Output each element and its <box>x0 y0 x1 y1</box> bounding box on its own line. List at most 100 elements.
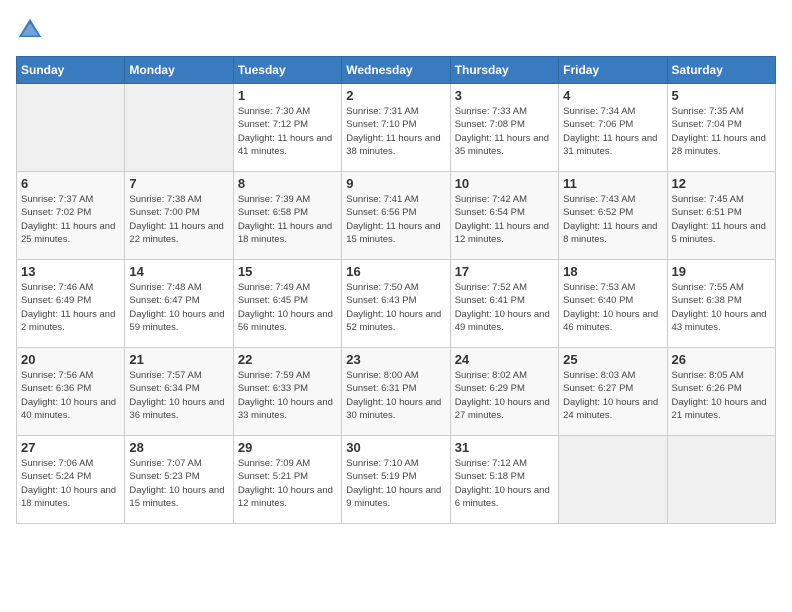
day-number: 14 <box>129 264 228 279</box>
day-cell <box>559 436 667 524</box>
day-cell: 11 Sunrise: 7:43 AM Sunset: 6:52 PM Dayli… <box>559 172 667 260</box>
day-info: Sunrise: 7:43 AM Sunset: 6:52 PM Dayligh… <box>563 193 662 246</box>
day-cell: 22 Sunrise: 7:59 AM Sunset: 6:33 PM Dayli… <box>233 348 341 436</box>
header-cell-thursday: Thursday <box>450 57 558 84</box>
day-cell: 17 Sunrise: 7:52 AM Sunset: 6:41 PM Dayli… <box>450 260 558 348</box>
day-info: Sunrise: 7:59 AM Sunset: 6:33 PM Dayligh… <box>238 369 337 422</box>
day-number: 8 <box>238 176 337 191</box>
day-number: 12 <box>672 176 771 191</box>
day-cell: 4 Sunrise: 7:34 AM Sunset: 7:06 PM Daylig… <box>559 84 667 172</box>
day-cell: 7 Sunrise: 7:38 AM Sunset: 7:00 PM Daylig… <box>125 172 233 260</box>
day-number: 25 <box>563 352 662 367</box>
day-cell: 8 Sunrise: 7:39 AM Sunset: 6:58 PM Daylig… <box>233 172 341 260</box>
header-cell-saturday: Saturday <box>667 57 775 84</box>
day-info: Sunrise: 7:56 AM Sunset: 6:36 PM Dayligh… <box>21 369 120 422</box>
day-number: 24 <box>455 352 554 367</box>
day-info: Sunrise: 7:09 AM Sunset: 5:21 PM Dayligh… <box>238 457 337 510</box>
header-cell-sunday: Sunday <box>17 57 125 84</box>
day-number: 2 <box>346 88 445 103</box>
day-number: 9 <box>346 176 445 191</box>
day-info: Sunrise: 7:48 AM Sunset: 6:47 PM Dayligh… <box>129 281 228 334</box>
day-cell: 14 Sunrise: 7:48 AM Sunset: 6:47 PM Dayli… <box>125 260 233 348</box>
day-info: Sunrise: 7:50 AM Sunset: 6:43 PM Dayligh… <box>346 281 445 334</box>
day-cell: 28Sunrise: 7:07 AM Sunset: 5:23 PM Dayli… <box>125 436 233 524</box>
day-info: Sunrise: 8:03 AM Sunset: 6:27 PM Dayligh… <box>563 369 662 422</box>
day-cell: 3Sunrise: 7:33 AM Sunset: 7:08 PM Daylig… <box>450 84 558 172</box>
day-info: Sunrise: 7:52 AM Sunset: 6:41 PM Dayligh… <box>455 281 554 334</box>
day-number: 17 <box>455 264 554 279</box>
day-number: 18 <box>563 264 662 279</box>
day-number: 6 <box>21 176 120 191</box>
day-cell: 25 Sunrise: 8:03 AM Sunset: 6:27 PM Dayli… <box>559 348 667 436</box>
day-cell <box>17 84 125 172</box>
day-number: 21 <box>129 352 228 367</box>
day-info: Sunrise: 7:10 AM Sunset: 5:19 PM Dayligh… <box>346 457 445 510</box>
day-info: Sunrise: 7:38 AM Sunset: 7:00 PM Dayligh… <box>129 193 228 246</box>
day-info: Sunrise: 7:39 AM Sunset: 6:58 PM Dayligh… <box>238 193 337 246</box>
day-info: Sunrise: 7:35 AM Sunset: 7:04 PM Dayligh… <box>672 105 771 158</box>
day-info: Sunrise: 7:49 AM Sunset: 6:45 PM Dayligh… <box>238 281 337 334</box>
day-cell: 24 Sunrise: 8:02 AM Sunset: 6:29 PM Dayli… <box>450 348 558 436</box>
day-number: 26 <box>672 352 771 367</box>
day-number: 19 <box>672 264 771 279</box>
calendar-header: SundayMondayTuesdayWednesdayThursdayFrid… <box>17 57 776 84</box>
day-number: 7 <box>129 176 228 191</box>
day-number: 31 <box>455 440 554 455</box>
day-number: 15 <box>238 264 337 279</box>
day-number: 28 <box>129 440 228 455</box>
day-cell: 12Sunrise: 7:45 AM Sunset: 6:51 PM Dayli… <box>667 172 775 260</box>
day-number: 11 <box>563 176 662 191</box>
day-info: Sunrise: 7:57 AM Sunset: 6:34 PM Dayligh… <box>129 369 228 422</box>
day-info: Sunrise: 7:06 AM Sunset: 5:24 PM Dayligh… <box>21 457 120 510</box>
header-cell-monday: Monday <box>125 57 233 84</box>
week-row-2: 6 Sunrise: 7:37 AM Sunset: 7:02 PM Daylig… <box>17 172 776 260</box>
logo <box>16 16 48 44</box>
day-cell: 19 Sunrise: 7:55 AM Sunset: 6:38 PM Dayli… <box>667 260 775 348</box>
day-cell: 2Sunrise: 7:31 AM Sunset: 7:10 PM Daylig… <box>342 84 450 172</box>
day-info: Sunrise: 7:37 AM Sunset: 7:02 PM Dayligh… <box>21 193 120 246</box>
day-cell: 15 Sunrise: 7:49 AM Sunset: 6:45 PM Dayli… <box>233 260 341 348</box>
day-number: 30 <box>346 440 445 455</box>
day-number: 10 <box>455 176 554 191</box>
day-number: 23 <box>346 352 445 367</box>
day-info: Sunrise: 7:41 AM Sunset: 6:56 PM Dayligh… <box>346 193 445 246</box>
day-cell: 16 Sunrise: 7:50 AM Sunset: 6:43 PM Dayli… <box>342 260 450 348</box>
day-number: 27 <box>21 440 120 455</box>
day-info: Sunrise: 7:53 AM Sunset: 6:40 PM Dayligh… <box>563 281 662 334</box>
header-row: SundayMondayTuesdayWednesdayThursdayFrid… <box>17 57 776 84</box>
day-info: Sunrise: 8:02 AM Sunset: 6:29 PM Dayligh… <box>455 369 554 422</box>
calendar-body: 1Sunrise: 7:30 AM Sunset: 7:12 PM Daylig… <box>17 84 776 524</box>
week-row-4: 20 Sunrise: 7:56 AM Sunset: 6:36 PM Dayli… <box>17 348 776 436</box>
day-cell: 6 Sunrise: 7:37 AM Sunset: 7:02 PM Daylig… <box>17 172 125 260</box>
day-cell: 5 Sunrise: 7:35 AM Sunset: 7:04 PM Daylig… <box>667 84 775 172</box>
logo-icon <box>16 16 44 44</box>
week-row-1: 1Sunrise: 7:30 AM Sunset: 7:12 PM Daylig… <box>17 84 776 172</box>
calendar-table: SundayMondayTuesdayWednesdayThursdayFrid… <box>16 56 776 524</box>
day-cell: 30 Sunrise: 7:10 AM Sunset: 5:19 PM Dayli… <box>342 436 450 524</box>
day-number: 16 <box>346 264 445 279</box>
day-info: Sunrise: 7:12 AM Sunset: 5:18 PM Dayligh… <box>455 457 554 510</box>
day-info: Sunrise: 7:33 AM Sunset: 7:08 PM Dayligh… <box>455 105 554 158</box>
day-cell: 10Sunrise: 7:42 AM Sunset: 6:54 PM Dayli… <box>450 172 558 260</box>
day-number: 20 <box>21 352 120 367</box>
day-cell: 18 Sunrise: 7:53 AM Sunset: 6:40 PM Dayli… <box>559 260 667 348</box>
header-cell-wednesday: Wednesday <box>342 57 450 84</box>
day-number: 29 <box>238 440 337 455</box>
day-info: Sunrise: 7:55 AM Sunset: 6:38 PM Dayligh… <box>672 281 771 334</box>
day-cell: 23 Sunrise: 8:00 AM Sunset: 6:31 PM Dayli… <box>342 348 450 436</box>
day-cell: 31 Sunrise: 7:12 AM Sunset: 5:18 PM Dayli… <box>450 436 558 524</box>
day-cell <box>125 84 233 172</box>
day-cell: 29 Sunrise: 7:09 AM Sunset: 5:21 PM Dayli… <box>233 436 341 524</box>
day-info: Sunrise: 7:46 AM Sunset: 6:49 PM Dayligh… <box>21 281 120 334</box>
day-info: Sunrise: 8:05 AM Sunset: 6:26 PM Dayligh… <box>672 369 771 422</box>
day-info: Sunrise: 8:00 AM Sunset: 6:31 PM Dayligh… <box>346 369 445 422</box>
day-info: Sunrise: 7:34 AM Sunset: 7:06 PM Dayligh… <box>563 105 662 158</box>
header-cell-friday: Friday <box>559 57 667 84</box>
header-cell-tuesday: Tuesday <box>233 57 341 84</box>
week-row-3: 13Sunrise: 7:46 AM Sunset: 6:49 PM Dayli… <box>17 260 776 348</box>
day-cell: 9 Sunrise: 7:41 AM Sunset: 6:56 PM Daylig… <box>342 172 450 260</box>
day-number: 4 <box>563 88 662 103</box>
day-number: 22 <box>238 352 337 367</box>
day-number: 5 <box>672 88 771 103</box>
day-cell: 13Sunrise: 7:46 AM Sunset: 6:49 PM Dayli… <box>17 260 125 348</box>
